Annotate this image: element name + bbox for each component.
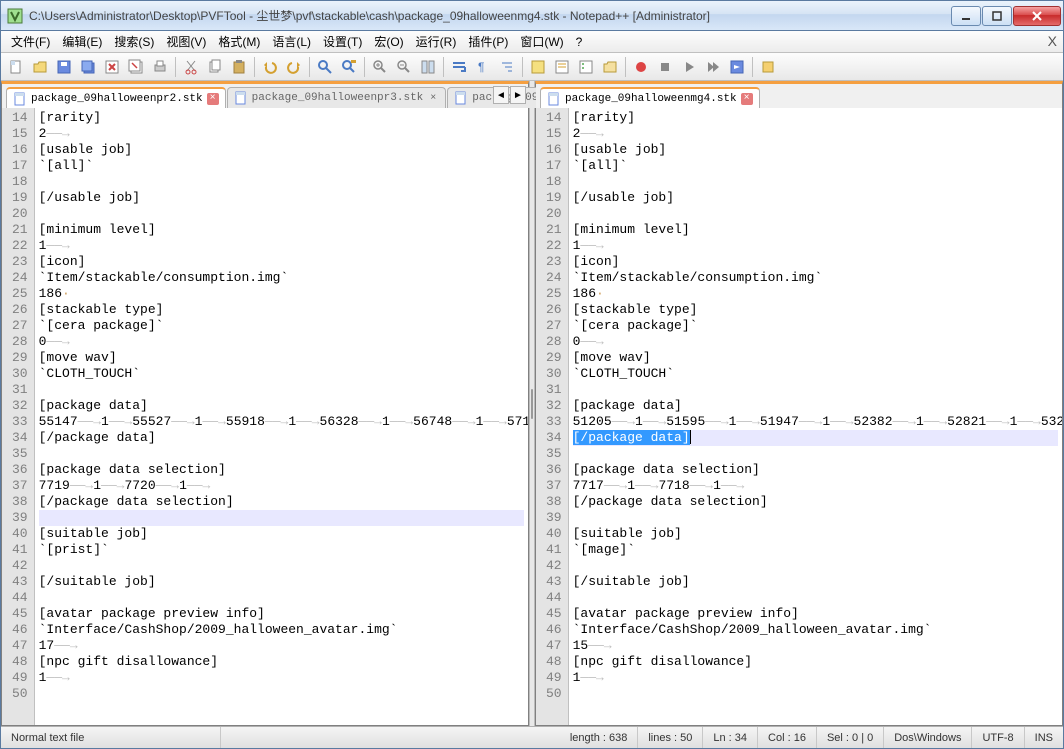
menu-设置[interactable]: 设置(T) [317,33,368,51]
left-editor[interactable]: 1415161718192021222324252627282930313233… [2,108,528,725]
file-icon [13,92,27,106]
right-gutter: 1415161718192021222324252627282930313233… [536,108,569,725]
right-pane: package_09halloweenmg4.stk × 141516171819… [535,81,1063,726]
save-icon[interactable] [53,56,75,78]
doc-map-icon[interactable] [551,56,573,78]
plugin-icon[interactable] [757,56,779,78]
tab-prev-button[interactable]: ◄ [493,86,509,104]
left-gutter: 1415161718192021222324252627282930313233… [2,108,35,725]
redo-icon[interactable] [283,56,305,78]
close-button[interactable] [1013,6,1061,26]
titlebar[interactable]: C:\Users\Administrator\Desktop\PVFTool -… [1,1,1063,31]
menu-编辑[interactable]: 编辑(E) [56,33,108,51]
left-pane: package_09halloweenpr2.stk×package_09hal… [1,81,529,726]
menu-close-x[interactable]: X [1048,33,1057,49]
folder-tree-icon[interactable] [599,56,621,78]
menu-格式[interactable]: 格式(M) [212,33,266,51]
play-multi-icon[interactable] [702,56,724,78]
tab[interactable]: package_09halloweenpr2.stk × [6,87,226,108]
app-window: C:\Users\Administrator\Desktop\PVFTool -… [0,0,1064,749]
statusbar: Normal text file length : 638 lines : 50… [1,726,1063,748]
window-title: C:\Users\Administrator\Desktop\PVFTool -… [29,7,950,24]
tab[interactable]: package_09halloweenmg4.stk × [540,87,760,108]
left-code[interactable]: [rarity]2――→[usable job]`[all]`[/usable … [35,108,528,725]
paste-icon[interactable] [228,56,250,78]
status-sel: Sel : 0 | 0 [817,727,884,748]
menu-视图[interactable]: 视图(V) [160,33,212,51]
menu-宏[interactable]: 宏(O) [368,33,409,51]
svg-text:¶: ¶ [478,60,484,74]
right-editor[interactable]: 1415161718192021222324252627282930313233… [536,108,1062,725]
replace-icon[interactable] [338,56,360,78]
wordwrap-icon[interactable] [448,56,470,78]
tab-label: package_09halloweenpr3.stk [252,92,424,104]
tab-next-button[interactable]: ► [510,86,526,104]
menu-运行[interactable]: 运行(R) [410,33,463,51]
status-eol: Dos\Windows [884,727,972,748]
workspace: package_09halloweenpr2.stk×package_09hal… [1,81,1063,726]
menu-?[interactable]: ? [570,33,589,51]
status-length: length : 638 [560,727,639,748]
print-icon[interactable] [149,56,171,78]
undo-icon[interactable] [259,56,281,78]
find-icon[interactable] [314,56,336,78]
func-list-icon[interactable] [575,56,597,78]
file-icon [234,91,248,105]
show-all-chars-icon[interactable]: ¶ [472,56,494,78]
maximize-button[interactable] [982,6,1012,26]
toolbar: ¶ [1,53,1063,81]
copy-icon[interactable] [204,56,226,78]
close-file-icon[interactable] [101,56,123,78]
tab-label: package_09halloweenmg4.stk [565,93,737,105]
tab-close-icon[interactable]: × [207,93,219,105]
status-lines: lines : 50 [638,727,703,748]
status-encoding: UTF-8 [972,727,1024,748]
indent-guide-icon[interactable] [496,56,518,78]
menu-窗口[interactable]: 窗口(W) [514,33,569,51]
close-all-icon[interactable] [125,56,147,78]
zoom-in-icon[interactable] [369,56,391,78]
open-file-icon[interactable] [29,56,51,78]
cut-icon[interactable] [180,56,202,78]
save-all-icon[interactable] [77,56,99,78]
right-code[interactable]: [rarity]2――→[usable job]`[all]`[/usable … [569,108,1062,725]
menu-搜索[interactable]: 搜索(S) [108,33,160,51]
tab-label: package_09halloweenpr2.stk [31,93,203,105]
tab-close-icon[interactable]: × [741,93,753,105]
app-icon [7,8,23,24]
menubar: 文件(F)编辑(E)搜索(S)视图(V)格式(M)语言(L)设置(T)宏(O)运… [1,31,1063,53]
stop-macro-icon[interactable] [654,56,676,78]
play-macro-icon[interactable] [678,56,700,78]
file-icon [454,91,468,105]
tab-close-icon[interactable]: × [427,92,439,104]
status-mode: INS [1025,727,1063,748]
file-icon [547,92,561,106]
tab[interactable]: package_09halloweenpr3.stk× [227,87,447,108]
sync-scroll-icon[interactable] [417,56,439,78]
status-col: Col : 16 [758,727,817,748]
menu-语言[interactable]: 语言(L) [266,33,317,51]
status-ln: Ln : 34 [703,727,758,748]
minimize-button[interactable] [951,6,981,26]
save-macro-icon[interactable] [726,56,748,78]
menu-文件[interactable]: 文件(F) [5,33,56,51]
lang-icon[interactable] [527,56,549,78]
left-tab-row: package_09halloweenpr2.stk×package_09hal… [2,84,528,108]
record-macro-icon[interactable] [630,56,652,78]
new-file-icon[interactable] [5,56,27,78]
right-tab-row: package_09halloweenmg4.stk × [536,84,1062,108]
zoom-out-icon[interactable] [393,56,415,78]
menu-插件[interactable]: 插件(P) [462,33,514,51]
status-filetype: Normal text file [1,727,221,748]
